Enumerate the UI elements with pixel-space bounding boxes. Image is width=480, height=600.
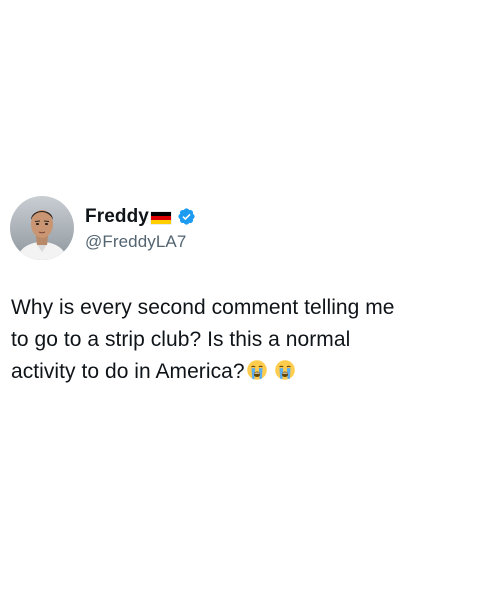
loudly-crying-face-icon (274, 360, 295, 380)
flag-stripe-gold (150, 219, 171, 224)
tweet-text-line-1: Why is every second comment telling me (11, 296, 395, 319)
loudly-crying-face-icon (246, 360, 267, 380)
tweet-text-line-3: activity to do in America? (11, 360, 245, 383)
verified-badge-icon[interactable] (177, 207, 196, 226)
tweet-text: Why is every second comment telling me t… (11, 292, 469, 388)
tweet-text-line-2: to go to a strip club? Is this a normal (11, 328, 351, 351)
avatar-image (10, 196, 74, 260)
author-display-name[interactable]: Freddy (85, 206, 149, 228)
avatar[interactable] (10, 196, 74, 260)
germany-flag-icon (150, 211, 171, 224)
author-handle[interactable]: @FreddyLA7 (85, 232, 196, 252)
author-name-row: Freddy (85, 205, 196, 229)
tweet-card: Freddy @FreddyLA7 Why is every second co… (0, 0, 480, 600)
tweet-text-line-3-wrapper: activity to do in America? (11, 356, 469, 388)
author-identity: Freddy @FreddyLA7 (85, 205, 196, 252)
tweet-header: Freddy @FreddyLA7 (10, 196, 196, 260)
